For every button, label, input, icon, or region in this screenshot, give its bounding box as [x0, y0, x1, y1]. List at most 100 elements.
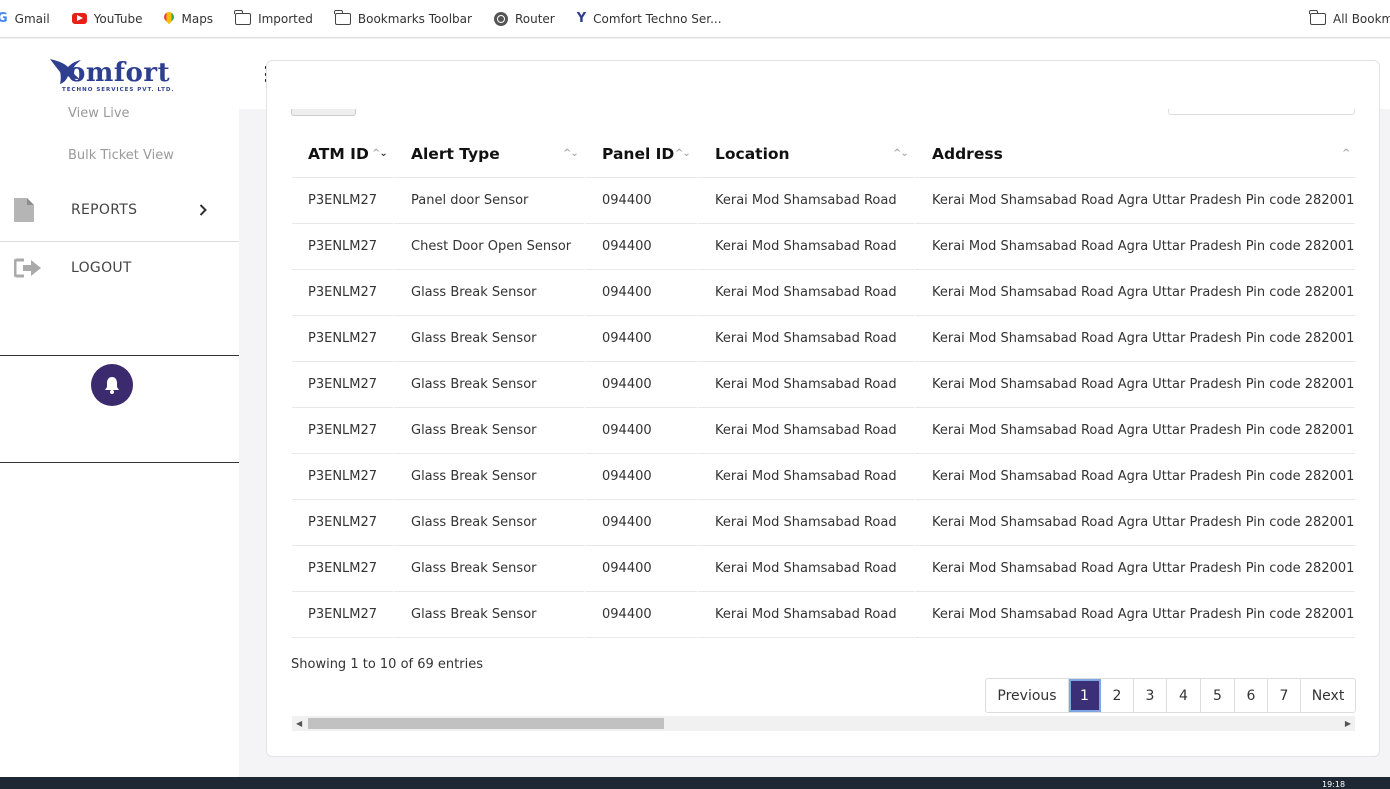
bookmark-youtube[interactable]: YouTube — [71, 0, 143, 37]
cell-alert-type: Glass Break Sensor — [393, 408, 584, 454]
page-button-5[interactable]: 5 — [1201, 679, 1235, 712]
bookmark-comfort[interactable]: Y Comfort Techno Ser... — [577, 0, 722, 37]
column-header-panel-id[interactable]: Panel ID ^⌄ — [584, 131, 697, 178]
bookmark-maps[interactable]: Maps — [164, 0, 213, 37]
google-icon: G — [0, 11, 8, 26]
folder-icon — [334, 9, 351, 25]
sidebar-item-label: REPORTS — [71, 202, 138, 218]
bookmark-label: Comfort Techno Ser... — [593, 11, 722, 26]
sort-icon: ^⌄ — [675, 148, 691, 159]
cell-alert-type: Glass Break Sensor — [393, 316, 584, 362]
sidebar-item-view-live[interactable]: View Live — [68, 106, 130, 121]
table-row[interactable]: P3ENLM27 Glass Break Sensor 094400 Kerai Mo… — [292, 454, 1355, 500]
cell-location: Kerai Mod Shamsabad Road — [697, 408, 914, 454]
bookmark-label: YouTube — [93, 11, 143, 26]
taskbar-clock: 19:18 — [1322, 780, 1346, 789]
logo-wordmark: omfort — [68, 58, 171, 88]
sort-icon: ^ — [1342, 148, 1350, 159]
cell-panel-id: 094400 — [584, 224, 697, 270]
sidebar: omfort TECHNO SERVICES PVT. LTD. View Li… — [0, 39, 239, 777]
cell-panel-id: 094400 — [584, 270, 697, 316]
cell-atm-id: P3ENLM27 — [292, 178, 393, 224]
divider — [0, 355, 239, 356]
cell-atm-id: P3ENLM27 — [292, 224, 393, 270]
scroll-left-icon[interactable]: ◀ — [296, 719, 302, 728]
cell-atm-id: P3ENLM27 — [292, 316, 393, 362]
cell-alert-type: Glass Break Sensor — [393, 546, 584, 592]
globe-icon — [493, 11, 508, 26]
column-header-alert-type[interactable]: Alert Type ^⌄ — [393, 131, 584, 178]
bookmark-label: Gmail — [14, 11, 50, 26]
sidebar-item-label: LOGOUT — [71, 260, 132, 276]
cell-address: Kerai Mod Shamsabad Road Agra Uttar Prad… — [914, 454, 1355, 500]
table-row[interactable]: P3ENLM27 Glass Break Sensor 094400 Kerai Mo… — [292, 500, 1355, 546]
table-row[interactable]: P3ENLM27 Glass Break Sensor 094400 Kerai Mo… — [292, 316, 1355, 362]
cell-panel-id: 094400 — [584, 546, 697, 592]
bookmark-all-bookmarks[interactable]: All Bookma — [1309, 0, 1390, 37]
notification-bell-icon[interactable] — [91, 364, 133, 406]
logo-tagline: TECHNO SERVICES PVT. LTD. — [62, 87, 175, 93]
page-button-1[interactable]: 1 — [1069, 679, 1101, 712]
cell-atm-id: P3ENLM27 — [292, 546, 393, 592]
cell-atm-id: P3ENLM27 — [292, 270, 393, 316]
cell-panel-id: 094400 — [584, 592, 697, 638]
cell-panel-id: 094400 — [584, 500, 697, 546]
cell-address: Kerai Mod Shamsabad Road Agra Uttar Prad… — [914, 546, 1355, 592]
bookmark-bookmarks-toolbar[interactable]: Bookmarks Toolbar — [334, 0, 472, 37]
cell-address: Kerai Mod Shamsabad Road Agra Uttar Prad… — [914, 224, 1355, 270]
bookmark-label: Bookmarks Toolbar — [357, 11, 472, 26]
bookmarks-bar: G Gmail YouTube Maps Imported Bookmarks … — [0, 0, 1390, 38]
maps-icon — [164, 12, 174, 26]
column-header-atm-id[interactable]: ATM ID ^⌄ — [292, 131, 393, 178]
previous-page-button[interactable]: Previous — [986, 679, 1069, 712]
sidebar-item-reports[interactable]: REPORTS — [0, 182, 239, 238]
column-header-location[interactable]: Location ^⌄ — [697, 131, 914, 178]
table-row[interactable]: P3ENLM27 Panel door Sensor 094400 Kerai Mod… — [292, 178, 1355, 224]
scroll-right-icon[interactable]: ▶ — [1345, 719, 1351, 728]
logout-icon — [14, 258, 41, 278]
page-button-2[interactable]: 2 — [1101, 679, 1134, 712]
cell-atm-id: P3ENLM27 — [292, 408, 393, 454]
page-button-7[interactable]: 7 — [1268, 679, 1301, 712]
table-row[interactable]: P3ENLM27 Glass Break Sensor 094400 Kerai Mo… — [292, 592, 1355, 638]
company-logo[interactable]: omfort TECHNO SERVICES PVT. LTD. — [48, 57, 198, 97]
bookmark-imported[interactable]: Imported — [234, 0, 313, 37]
cell-location: Kerai Mod Shamsabad Road — [697, 224, 914, 270]
cell-location: Kerai Mod Shamsabad Road — [697, 592, 914, 638]
next-page-button[interactable]: Next — [1301, 679, 1355, 712]
os-taskbar: 19:18 — [0, 777, 1390, 789]
cell-address: Kerai Mod Shamsabad Road Agra Uttar Prad… — [914, 362, 1355, 408]
cell-address: Kerai Mod Shamsabad Road Agra Uttar Prad… — [914, 178, 1355, 224]
comfort-icon: Y — [576, 11, 587, 26]
page-button-6[interactable]: 6 — [1235, 679, 1268, 712]
export-button[interactable] — [291, 109, 356, 116]
cell-location: Kerai Mod Shamsabad Road — [697, 178, 914, 224]
table-row[interactable]: P3ENLM27 Glass Break Sensor 094400 Kerai Mo… — [292, 270, 1355, 316]
pagination: Previous 1 2 3 4 5 6 7 Next — [985, 678, 1356, 713]
bookmark-gmail[interactable]: G Gmail — [0, 0, 50, 37]
table-header-row: ATM ID ^⌄ Alert Type ^⌄ Panel ID ^⌄ Loca… — [292, 131, 1355, 178]
table-info: Showing 1 to 10 of 69 entries — [291, 657, 483, 672]
table-row[interactable]: P3ENLM27 Glass Break Sensor 094400 Kerai Mo… — [292, 408, 1355, 454]
sidebar-item-logout[interactable]: LOGOUT — [0, 240, 239, 296]
document-icon — [14, 198, 34, 222]
table-row[interactable]: P3ENLM27 Chest Door Open Sensor 094400 Kera… — [292, 224, 1355, 270]
bookmark-label: Router — [514, 11, 555, 26]
cell-location: Kerai Mod Shamsabad Road — [697, 454, 914, 500]
bookmark-router[interactable]: Router — [493, 0, 555, 37]
cell-alert-type: Glass Break Sensor — [393, 592, 584, 638]
page-button-4[interactable]: 4 — [1167, 679, 1201, 712]
cell-alert-type: Glass Break Sensor — [393, 500, 584, 546]
table-row[interactable]: P3ENLM27 Glass Break Sensor 094400 Kerai Mo… — [292, 546, 1355, 592]
scrollbar-thumb[interactable] — [308, 718, 664, 729]
column-header-address[interactable]: Address ^ — [914, 131, 1355, 178]
cell-atm-id: P3ENLM27 — [292, 454, 393, 500]
cell-location: Kerai Mod Shamsabad Road — [697, 316, 914, 362]
search-input[interactable] — [1168, 109, 1355, 115]
cell-address: Kerai Mod Shamsabad Road Agra Uttar Prad… — [914, 592, 1355, 638]
horizontal-scrollbar[interactable]: ◀ ▶ — [292, 716, 1355, 731]
table-row[interactable]: P3ENLM27 Glass Break Sensor 094400 Kerai Mo… — [292, 362, 1355, 408]
sidebar-item-bulk-ticket-view[interactable]: Bulk Ticket View — [68, 148, 174, 163]
cell-atm-id: P3ENLM27 — [292, 500, 393, 546]
page-button-3[interactable]: 3 — [1134, 679, 1167, 712]
